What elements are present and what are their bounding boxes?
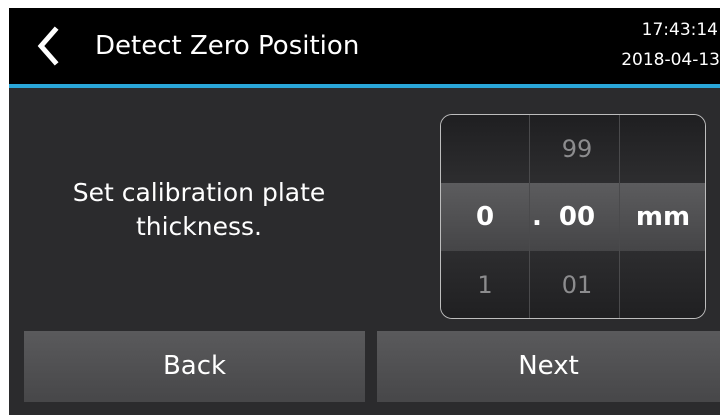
device-screen: Detect Zero Position 17:43:14 2018-04-13…	[9, 8, 720, 415]
instruction-line-1: Set calibration plate	[72, 178, 326, 207]
chevron-left-icon[interactable]	[33, 26, 63, 66]
clock-date: 2018-04-13	[621, 50, 720, 70]
back-button[interactable]: Back	[24, 331, 365, 402]
integer-above[interactable]	[441, 115, 529, 183]
title-accent-line	[9, 84, 720, 88]
clock-time: 17:43:14	[641, 20, 718, 40]
next-button[interactable]: Next	[377, 331, 720, 402]
integer-below[interactable]: 1	[441, 251, 529, 318]
decimal-above[interactable]: 99	[537, 115, 617, 183]
clock: 17:43:14 2018-04-13	[580, 16, 720, 74]
decimal-below[interactable]: 01	[537, 251, 617, 318]
instruction-text: Set calibration plate thickness.	[29, 176, 369, 244]
instruction-line-2: thickness.	[135, 212, 263, 241]
thickness-picker[interactable]: 0 1 . 99 00 01 mm	[440, 114, 706, 319]
integer-selected[interactable]: 0	[441, 183, 529, 251]
decimal-selected[interactable]: 00	[537, 183, 617, 251]
unit-label: mm	[635, 202, 691, 232]
page-title: Detect Zero Position	[95, 31, 360, 61]
title-bar: Detect Zero Position 17:43:14 2018-04-13	[9, 8, 720, 84]
